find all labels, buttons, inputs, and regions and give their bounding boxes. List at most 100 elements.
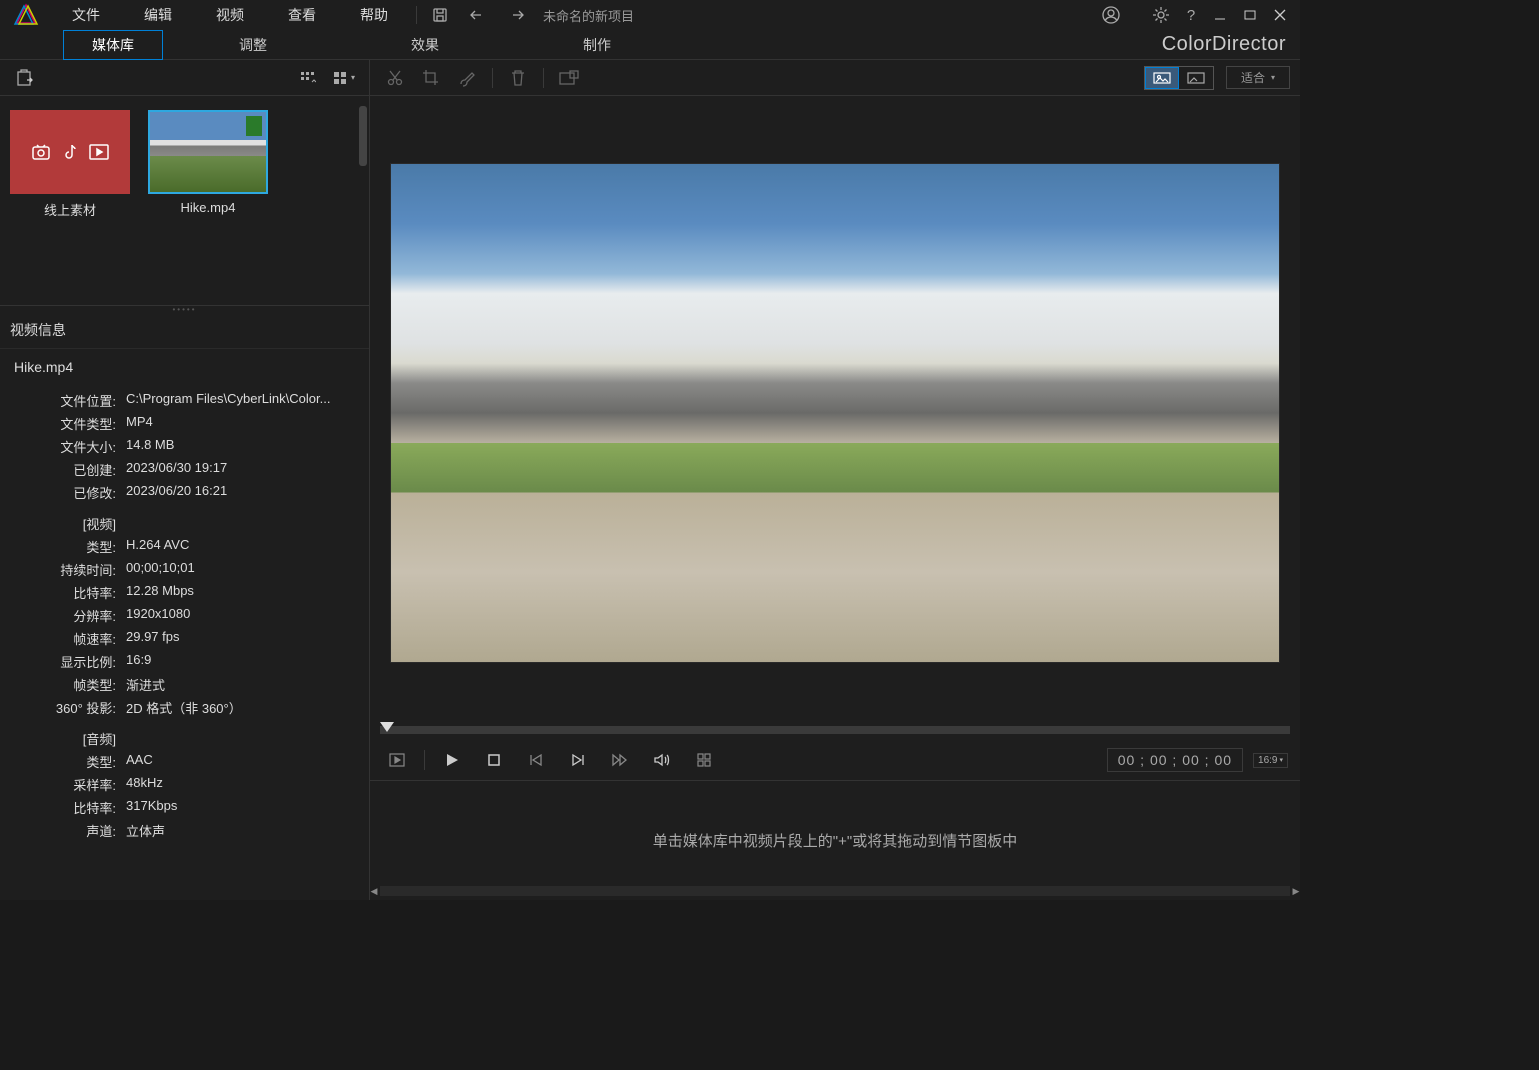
label-abitrate: 比特率:	[14, 798, 126, 817]
zoom-fit-label: 适合	[1241, 69, 1265, 86]
library-scrollbar[interactable]	[359, 106, 367, 166]
maximize-button[interactable]	[1236, 2, 1264, 28]
thumb-label: Hike.mp4	[181, 200, 236, 215]
preview-image[interactable]	[390, 163, 1280, 663]
label-vtype: 类型:	[14, 537, 126, 556]
tab-media-library[interactable]: 媒体库	[63, 30, 163, 60]
label-vbitrate: 比特率:	[14, 583, 126, 602]
value-aspect: 16:9	[126, 652, 151, 671]
value-created: 2023/06/30 19:17	[126, 460, 227, 479]
thumb-online-media[interactable]: 线上素材	[10, 110, 130, 291]
prev-frame-icon[interactable]	[521, 747, 551, 773]
value-atype: AAC	[126, 752, 153, 771]
sort-icon[interactable]	[293, 65, 323, 91]
section-video: [视频]	[14, 514, 126, 533]
info-body: 文件位置:C:\Program Files\CyberLink\Color...…	[0, 385, 369, 900]
play-icon[interactable]	[437, 747, 467, 773]
delete-icon[interactable]	[503, 65, 533, 91]
zoom-fit-dropdown[interactable]: 适合▾	[1226, 66, 1290, 89]
media-thumbnails: 线上素材 Hike.mp4	[0, 96, 369, 306]
module-tabs: 媒体库 调整 效果 制作 ColorDirector	[0, 30, 1300, 60]
value-samplerate: 48kHz	[126, 775, 163, 794]
preview-area	[370, 96, 1300, 720]
menu-view[interactable]: 查看	[270, 1, 334, 29]
brush-icon[interactable]	[452, 65, 482, 91]
value-framerate: 29.97 fps	[126, 629, 180, 648]
main-menu: 文件 编辑 视频 查看 帮助	[54, 1, 406, 29]
compare-single-icon[interactable]	[1145, 67, 1179, 89]
value-frametype: 渐进式	[126, 675, 165, 694]
value-modified: 2023/06/20 16:21	[126, 483, 227, 502]
thumb-hike-mp4[interactable]: Hike.mp4	[148, 110, 268, 291]
app-window: 文件 编辑 视频 查看 帮助 未命名的新项目 ? 媒体库 调整 效果 制作	[0, 0, 1300, 900]
cut-icon[interactable]	[380, 65, 410, 91]
value-file-type: MP4	[126, 414, 153, 433]
aspect-badge-label: 16:9	[1258, 755, 1277, 766]
info-filename: Hike.mp4	[0, 349, 369, 385]
tab-produce[interactable]: 制作	[555, 31, 639, 59]
main-area: ▾ 线上素材 Hike.mp4 •••••	[0, 60, 1300, 900]
volume-icon[interactable]	[647, 747, 677, 773]
label-file-location: 文件位置:	[14, 391, 126, 410]
fast-forward-icon[interactable]	[605, 747, 635, 773]
preview-toolbar: 适合▾	[370, 60, 1300, 96]
value-duration: 00;00;10;01	[126, 560, 195, 579]
next-frame-icon[interactable]	[563, 747, 593, 773]
close-button[interactable]	[1266, 2, 1294, 28]
snapshot-icon[interactable]	[554, 65, 584, 91]
info-header: 视频信息	[0, 312, 369, 349]
label-framerate: 帧速率:	[14, 629, 126, 648]
aspect-badge[interactable]: 16:9▾	[1253, 753, 1288, 768]
tab-adjust[interactable]: 调整	[211, 31, 295, 59]
label-duration: 持续时间:	[14, 560, 126, 579]
label-frametype: 帧类型:	[14, 675, 126, 694]
value-channels: 立体声	[126, 821, 165, 840]
help-icon[interactable]: ?	[1176, 2, 1206, 28]
label-samplerate: 采样率:	[14, 775, 126, 794]
playhead-icon[interactable]	[380, 722, 394, 732]
brand-label: ColorDirector	[1162, 33, 1286, 56]
stop-icon[interactable]	[479, 747, 509, 773]
label-atype: 类型:	[14, 752, 126, 771]
label-file-size: 文件大小:	[14, 437, 126, 456]
value-file-location: C:\Program Files\CyberLink\Color...	[126, 391, 330, 410]
window-controls	[1206, 2, 1294, 28]
label-resolution: 分辨率:	[14, 606, 126, 625]
redo-icon[interactable]	[501, 2, 531, 28]
online-media-tile	[10, 110, 130, 194]
app-logo-icon	[6, 1, 46, 29]
storyboard-hint: 单击媒体库中视频片段上的"+"或将其拖动到情节图板中	[653, 830, 1017, 851]
title-bar: 文件 编辑 视频 查看 帮助 未命名的新项目 ?	[0, 0, 1300, 30]
compare-toggle	[1144, 66, 1214, 90]
menu-help[interactable]: 帮助	[342, 1, 406, 29]
timecode-display[interactable]: 00 ; 00 ; 00 ; 00	[1107, 748, 1243, 772]
menu-edit[interactable]: 编辑	[126, 1, 190, 29]
save-icon[interactable]	[425, 2, 455, 28]
tab-effects[interactable]: 效果	[383, 31, 467, 59]
grid-icon[interactable]	[689, 747, 719, 773]
value-file-size: 14.8 MB	[126, 437, 174, 456]
import-icon[interactable]	[10, 65, 40, 91]
value-resolution: 1920x1080	[126, 606, 190, 625]
storyboard-panel[interactable]: 单击媒体库中视频片段上的"+"或将其拖动到情节图板中 ◀ ▶	[370, 780, 1300, 900]
view-mode-icon[interactable]: ▾	[329, 65, 359, 91]
play-range-icon[interactable]	[382, 747, 412, 773]
compare-split-icon[interactable]	[1179, 67, 1213, 89]
settings-icon[interactable]	[1146, 2, 1176, 28]
scroll-left-icon[interactable]: ◀	[367, 886, 381, 896]
menu-file[interactable]: 文件	[54, 1, 118, 29]
timeline-slider[interactable]	[370, 720, 1300, 740]
project-name: 未命名的新项目	[543, 6, 634, 25]
storyboard-scrollbar[interactable]	[380, 886, 1290, 896]
scroll-right-icon[interactable]: ▶	[1289, 886, 1303, 896]
value-vbitrate: 12.28 Mbps	[126, 583, 194, 602]
minimize-button[interactable]	[1206, 2, 1234, 28]
crop-icon[interactable]	[416, 65, 446, 91]
menu-video[interactable]: 视频	[198, 1, 262, 29]
playback-bar: 00 ; 00 ; 00 ; 00 16:9▾	[370, 740, 1300, 780]
right-panel: 适合▾ 00 ; 00 ; 00 ; 00	[370, 60, 1300, 900]
undo-icon[interactable]	[463, 2, 493, 28]
account-icon[interactable]	[1096, 2, 1126, 28]
thumb-label: 线上素材	[44, 200, 96, 219]
library-toolbar: ▾	[0, 60, 369, 96]
